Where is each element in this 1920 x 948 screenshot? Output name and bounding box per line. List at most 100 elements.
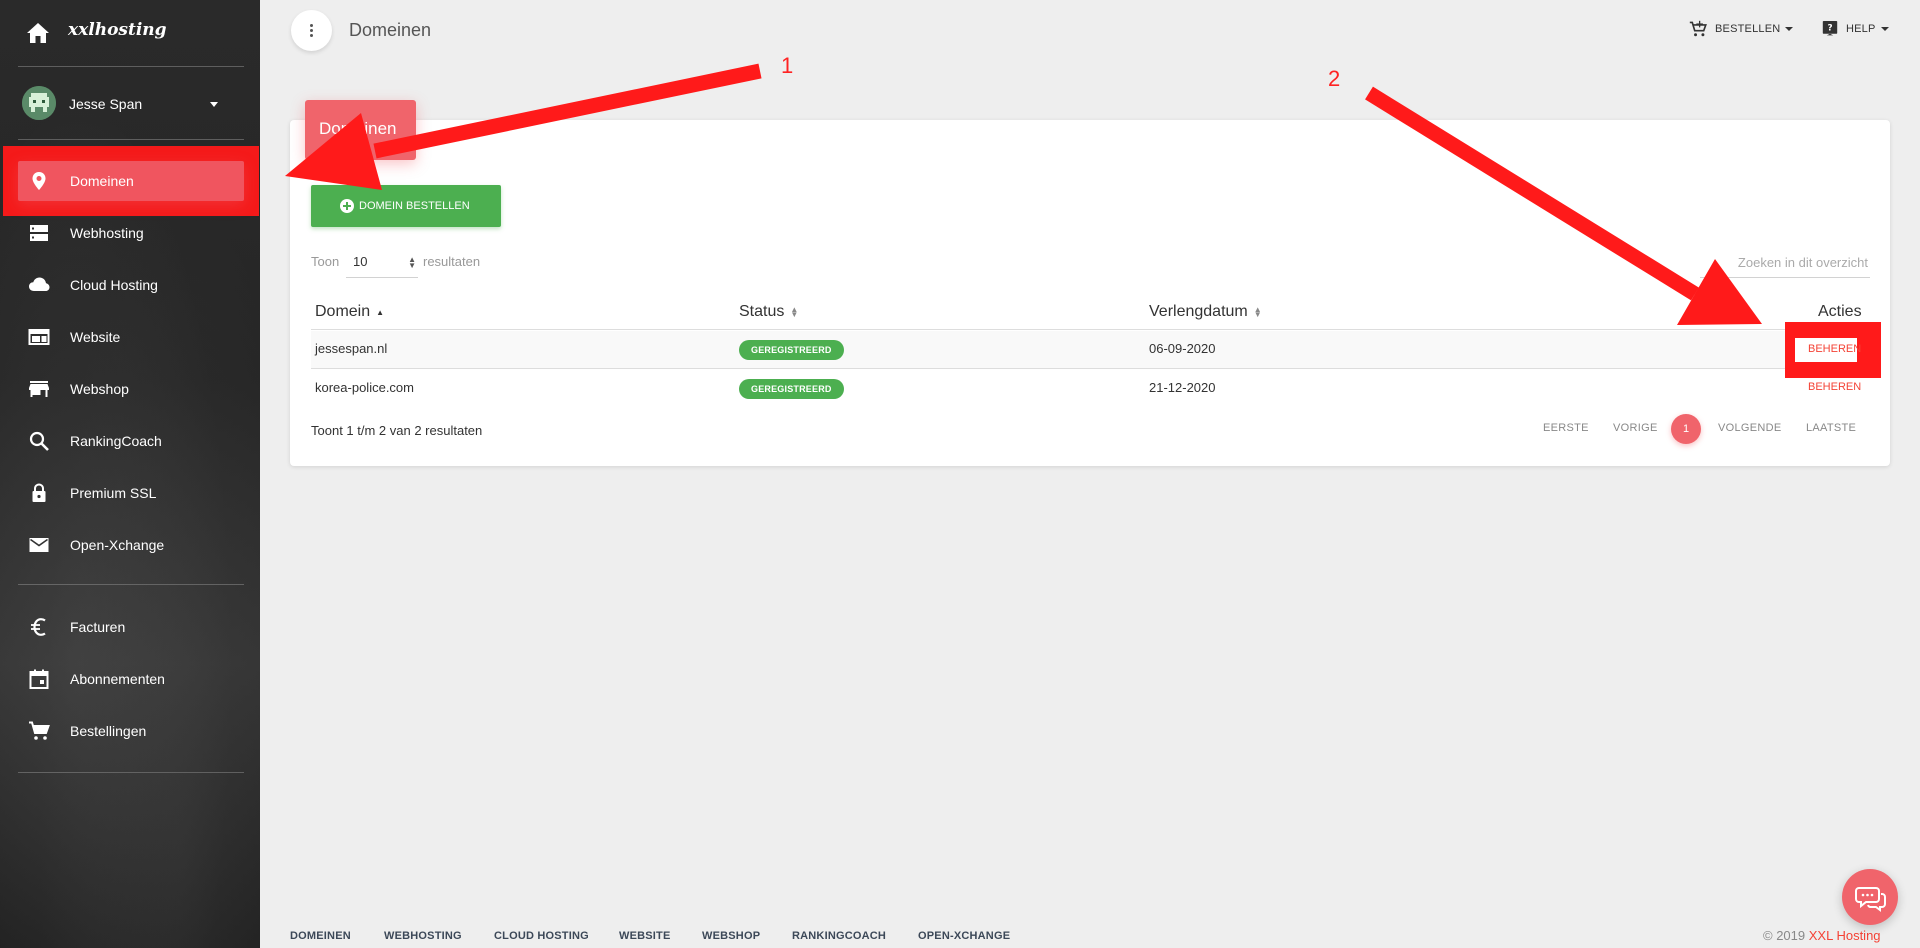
dot: [310, 29, 313, 32]
sidebar-item-cloud-hosting[interactable]: Cloud Hosting: [18, 265, 244, 305]
page-size-select[interactable]: 10 ▲ ▼: [346, 248, 418, 278]
dot: [310, 34, 313, 37]
column-label: Verlengdatum: [1149, 303, 1248, 320]
sidebar-item-webhosting[interactable]: Webhosting: [18, 213, 244, 253]
sidebar-item-open-xchange[interactable]: Open-Xchange: [18, 525, 244, 565]
svg-text:?: ?: [1827, 24, 1832, 34]
sidebar-item-label: Webshop: [70, 381, 129, 397]
sidebar-item-label: Domeinen: [70, 173, 134, 189]
copyright-brand-link[interactable]: XXL Hosting: [1809, 928, 1881, 943]
add-circle-icon: [340, 199, 354, 213]
pagination-next[interactable]: VOLGENDE: [1718, 422, 1782, 434]
dot: [310, 24, 313, 27]
select-arrows-icon: ▲ ▼: [408, 255, 416, 270]
sidebar-item-label: Facturen: [70, 619, 126, 635]
chat-icon: [1855, 887, 1886, 912]
sidebar-item-label: Open-Xchange: [70, 537, 165, 553]
footer-link-cloud-hosting[interactable]: CLOUD HOSTING: [494, 930, 589, 942]
annotation-number: 1: [781, 53, 794, 78]
sidebar-divider: [18, 772, 244, 773]
mail-icon: [29, 538, 49, 552]
chevron-down-icon: [210, 102, 218, 107]
pagination-last[interactable]: LAATSTE: [1806, 422, 1856, 434]
column-header-status[interactable]: Status ▲ ▼: [739, 303, 798, 321]
sort-icon: ▲ ▼: [1253, 305, 1262, 319]
domains-card: [290, 120, 1890, 466]
sidebar-item-webshop[interactable]: Webshop: [18, 369, 244, 409]
sidebar: xxlhosting Jesse Span Domeinen Webhostin…: [0, 0, 260, 948]
order-domain-label: DOMEIN BESTELLEN: [359, 200, 470, 212]
help-dropdown[interactable]: ? HELP: [1822, 20, 1889, 38]
chevron-down-icon: [1880, 27, 1889, 31]
cart-icon: [29, 721, 50, 740]
manage-button[interactable]: BEHEREN: [1808, 343, 1861, 355]
show-label: Toon: [311, 254, 340, 269]
server-icon: [30, 225, 48, 241]
pagination-current-page[interactable]: 1: [1671, 414, 1701, 444]
table-row: [311, 369, 1870, 406]
footer-link-domeinen[interactable]: DOMEINEN: [290, 930, 351, 942]
domain-cell: korea-police.com: [315, 380, 414, 395]
sidebar-divider: [18, 66, 244, 67]
footer-link-website[interactable]: WEBSITE: [619, 930, 671, 942]
location-pin-icon: [32, 172, 46, 190]
chat-button[interactable]: [1842, 869, 1898, 925]
sidebar-divider: [18, 584, 244, 585]
order-label: BESTELLEN: [1715, 23, 1781, 35]
footer-link-open-xchange[interactable]: OPEN-XCHANGE: [918, 930, 1010, 942]
page-size-value: 10: [353, 254, 368, 269]
sidebar-item-premium-ssl[interactable]: Premium SSL: [18, 473, 244, 513]
column-header-renewal[interactable]: Verlengdatum ▲ ▼: [1149, 303, 1262, 321]
page-title: Domeinen: [349, 20, 432, 40]
sort-asc-icon: ▲: [376, 307, 385, 317]
sidebar-item-bestellingen[interactable]: Bestellingen: [18, 711, 244, 751]
copyright: © 2019 XXL Hosting: [1763, 928, 1881, 943]
avatar: [22, 86, 56, 120]
sidebar-item-label: Cloud Hosting: [70, 277, 158, 293]
brand-name[interactable]: xxlhosting: [68, 20, 167, 40]
lock-icon: [32, 483, 46, 502]
sidebar-item-domeinen[interactable]: Domeinen: [18, 161, 244, 201]
help-icon: ?: [1822, 21, 1838, 36]
user-menu[interactable]: Jesse Span: [22, 86, 252, 122]
sidebar-item-label: Premium SSL: [70, 485, 157, 501]
brand-header: xxlhosting: [0, 0, 260, 66]
footer-link-rankingcoach[interactable]: RANKINGCOACH: [792, 930, 886, 942]
column-label: Status: [739, 303, 785, 320]
calendar-icon: [29, 669, 49, 689]
search-icon: [29, 431, 49, 451]
status-badge: GEREGISTREERD: [739, 379, 844, 399]
more-menu-button[interactable]: [291, 10, 332, 51]
web-window-icon: [28, 329, 50, 345]
pagination-first[interactable]: EERSTE: [1543, 422, 1589, 434]
table-divider: [311, 329, 1870, 330]
column-label: Domein: [315, 303, 371, 320]
manage-button[interactable]: BEHEREN: [1808, 381, 1861, 393]
column-label: Acties: [1818, 303, 1862, 320]
add-cart-icon: [1689, 20, 1707, 37]
chevron-down-icon: [1785, 27, 1794, 31]
annotation-number: 2: [1328, 66, 1341, 91]
help-label: HELP: [1846, 23, 1876, 35]
order-dropdown[interactable]: BESTELLEN: [1689, 20, 1794, 38]
pagination-previous[interactable]: VORIGE: [1613, 422, 1658, 434]
sidebar-item-label: Abonnementen: [70, 671, 165, 687]
card-header-tab: Domeinen: [305, 100, 416, 160]
search-input[interactable]: [1700, 248, 1870, 278]
sidebar-item-website[interactable]: Website: [18, 317, 244, 357]
renewal-cell: 06-09-2020: [1149, 341, 1216, 356]
cloud-icon: [29, 277, 50, 291]
home-icon[interactable]: [26, 22, 50, 44]
order-domain-button[interactable]: DOMEIN BESTELLEN: [311, 185, 501, 227]
user-name: Jesse Span: [69, 96, 143, 112]
sidebar-divider: [18, 139, 244, 140]
sidebar-item-rankingcoach[interactable]: RankingCoach: [18, 421, 244, 461]
sidebar-item-label: RankingCoach: [70, 433, 162, 449]
sidebar-item-facturen[interactable]: Facturen: [18, 607, 244, 647]
renewal-cell: 21-12-2020: [1149, 380, 1216, 395]
sidebar-item-abonnementen[interactable]: Abonnementen: [18, 659, 244, 699]
sidebar-item-label: Website: [70, 329, 121, 345]
column-header-domain[interactable]: Domein ▲: [315, 303, 384, 321]
footer-link-webhosting[interactable]: WEBHOSTING: [384, 930, 462, 942]
footer-link-webshop[interactable]: WEBSHOP: [702, 930, 760, 942]
